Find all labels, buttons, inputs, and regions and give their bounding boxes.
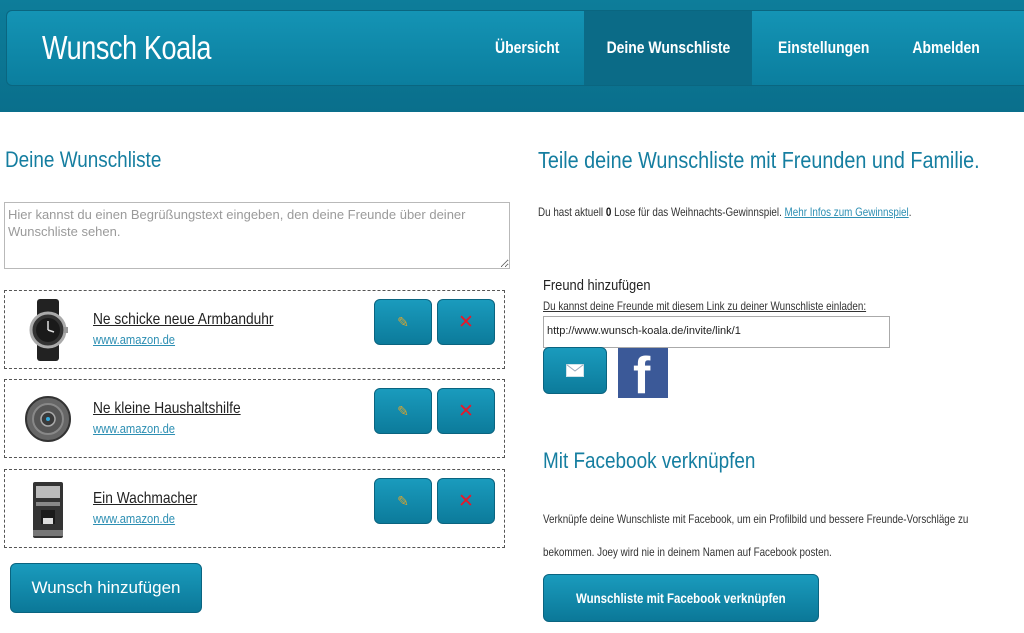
share-mail-button[interactable] bbox=[543, 347, 607, 394]
robot-vacuum-image bbox=[25, 396, 71, 442]
coffee-machine-image bbox=[33, 482, 63, 538]
edit-button[interactable]: ✎ bbox=[374, 299, 432, 345]
x-icon: ✕ bbox=[458, 490, 474, 512]
lottery-info: Du hast aktuell 0 Lose für das Weihnacht… bbox=[538, 205, 911, 219]
nav-settings[interactable]: Einstellungen bbox=[762, 11, 886, 85]
wish-title[interactable]: Ein Wachmacher bbox=[93, 490, 197, 508]
nav-wishlist[interactable]: Deine Wunschliste bbox=[584, 11, 752, 85]
wish-item: Ne kleine Haushaltshilfe www.amazon.de ✎… bbox=[4, 379, 505, 458]
wish-item: Ein Wachmacher www.amazon.de ✎ ✕ bbox=[4, 469, 505, 548]
lottery-count: 0 bbox=[605, 205, 612, 219]
facebook-icon: f bbox=[633, 348, 651, 398]
nav-logout[interactable]: Abmelden bbox=[896, 11, 996, 85]
invite-link-field[interactable]: http://www.wunsch-koala.de/invite/link/1 bbox=[543, 316, 890, 348]
facebook-description: Verknüpfe deine Wunschliste mit Facebook… bbox=[543, 512, 969, 559]
navbar: Wunsch Koala Übersicht Deine Wunschliste… bbox=[6, 10, 1024, 86]
lottery-end: . bbox=[908, 205, 912, 219]
greeting-textarea[interactable] bbox=[4, 202, 510, 269]
edit-button[interactable]: ✎ bbox=[374, 388, 432, 434]
facebook-connect-button[interactable]: Wunschliste mit Facebook verknüpfen bbox=[543, 574, 819, 622]
wishlist-heading: Deine Wunschliste bbox=[5, 147, 162, 172]
wristwatch-image bbox=[29, 299, 68, 361]
delete-button[interactable]: ✕ bbox=[437, 299, 495, 345]
facebook-share-button[interactable]: f bbox=[618, 348, 668, 398]
pencil-icon: ✎ bbox=[397, 492, 409, 509]
add-wish-button[interactable]: Wunsch hinzufügen bbox=[10, 563, 202, 613]
header-bar: Wunsch Koala Übersicht Deine Wunschliste… bbox=[0, 0, 1024, 112]
lottery-suffix: Lose für das Weihnachts-Gewinnspiel. bbox=[614, 205, 782, 219]
nav-overview[interactable]: Übersicht bbox=[479, 11, 575, 85]
share-heading: Teile deine Wunschliste mit Freunden und… bbox=[538, 147, 980, 173]
wish-item: Ne schicke neue Armbanduhr www.amazon.de… bbox=[4, 290, 505, 369]
delete-button[interactable]: ✕ bbox=[437, 388, 495, 434]
delete-button[interactable]: ✕ bbox=[437, 478, 495, 524]
add-friend-title: Freund hinzufügen bbox=[543, 277, 651, 294]
wish-source-link[interactable]: www.amazon.de bbox=[93, 421, 175, 436]
pencil-icon: ✎ bbox=[397, 313, 409, 330]
add-friend-hint: Du kannst deine Freunde mit diesem Link … bbox=[543, 299, 867, 313]
pencil-icon: ✎ bbox=[397, 402, 409, 419]
lottery-prefix: Du hast aktuell bbox=[538, 205, 604, 219]
lottery-info-link[interactable]: Mehr Infos zum Gewinnspiel bbox=[785, 205, 909, 219]
facebook-heading: Mit Facebook verknüpfen bbox=[543, 448, 756, 473]
x-icon: ✕ bbox=[458, 400, 474, 422]
envelope-icon bbox=[566, 364, 584, 377]
x-icon: ✕ bbox=[458, 311, 474, 333]
wish-source-link[interactable]: www.amazon.de bbox=[93, 332, 175, 347]
wish-title[interactable]: Ne schicke neue Armbanduhr bbox=[93, 311, 274, 329]
edit-button[interactable]: ✎ bbox=[374, 478, 432, 524]
brand-logo[interactable]: Wunsch Koala bbox=[42, 29, 211, 67]
wish-source-link[interactable]: www.amazon.de bbox=[93, 511, 175, 526]
wish-title[interactable]: Ne kleine Haushaltshilfe bbox=[93, 400, 241, 418]
